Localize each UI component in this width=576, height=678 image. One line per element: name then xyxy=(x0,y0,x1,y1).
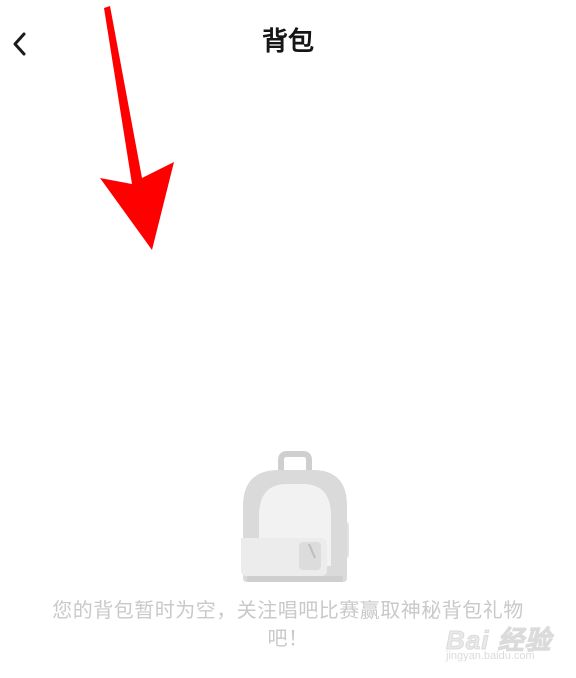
page-title: 背包 xyxy=(261,27,314,57)
header-bar: 背包 xyxy=(0,0,576,86)
red-arrow-icon xyxy=(100,6,174,250)
watermark: Bai 经验 jingyan.baidu.com xyxy=(446,620,556,668)
backpack-icon xyxy=(241,451,349,582)
backpack-page: 背包 您的背包暂时为空，关注唱吧比赛赢取神秘背包礼物吧！ Bai 经验 jing xyxy=(0,0,576,678)
watermark-url: jingyan.baidu.com xyxy=(446,650,535,662)
